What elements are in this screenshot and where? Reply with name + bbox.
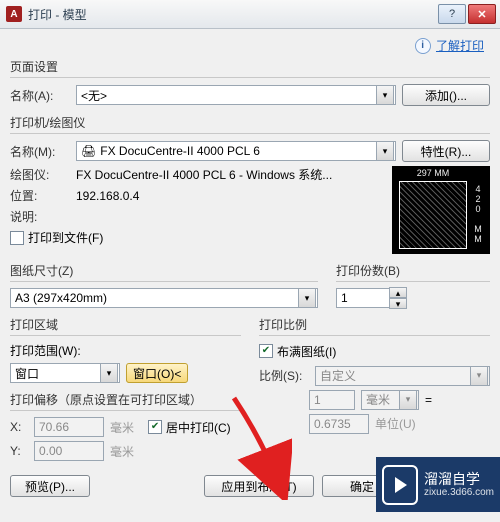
promo-brand: 溜溜自学 (424, 471, 494, 487)
group-printer: 打印机/绘图仪 名称(M): 🖨 FX DocuCentre-II 4000 P… (10, 114, 490, 254)
spin-down-icon[interactable]: ▾ (389, 298, 407, 309)
paper-preview: 297 MM 420 MM (392, 166, 490, 254)
chevron-down-icon: ▾ (470, 366, 488, 386)
scale-unit1-value: 毫米 (366, 391, 399, 408)
offset-y-unit: 毫米 (110, 443, 134, 460)
plotter-label: 绘图仪: (10, 166, 70, 183)
scale-num-value: 1 (314, 393, 321, 407)
pagesetup-name-combo[interactable]: <无> ▾ (76, 85, 396, 105)
legend-page-setup: 页面设置 (10, 58, 490, 75)
help-button[interactable]: ? (438, 4, 466, 24)
offset-x-unit: 毫米 (110, 419, 134, 436)
group-offset: 打印偏移（原点设置在可打印区域） X: 70.66 毫米 ✔ 居中打印(C) Y… (10, 391, 241, 461)
promo-domain: zixue.3d66.com (424, 487, 494, 498)
pagesetup-name-label: 名称(A): (10, 87, 70, 104)
printer-name-label: 名称(M): (10, 143, 70, 160)
scale-den-value: 0.6735 (314, 417, 351, 431)
group-scale: 打印比例 ✔ 布满图纸(I) 比例(S): 自定义 ▾ 1 (259, 316, 490, 434)
title-bar: A 打印 - 模型 ? ✕ (0, 0, 500, 29)
printer-name-combo[interactable]: 🖨 FX DocuCentre-II 4000 PCL 6 ▾ (76, 141, 396, 161)
plot-range-combo[interactable]: 窗口 ▾ (10, 363, 120, 383)
legend-printer: 打印机/绘图仪 (10, 114, 490, 131)
chevron-down-icon: ▾ (399, 390, 417, 410)
scale-eq-label: = (425, 393, 432, 407)
app-icon: A (6, 6, 22, 22)
offset-x-input: 70.66 (34, 417, 104, 437)
group-paper-size: 图纸尺寸(Z) A3 (297x420mm) ▾ (10, 262, 318, 308)
plot-range-label: 打印范围(W): (10, 342, 241, 359)
pick-window-button[interactable]: 窗口(O)< (126, 363, 188, 383)
pagesetup-name-value: <无> (81, 87, 376, 104)
checkbox-box-icon (10, 231, 24, 245)
scale-unit2-label: 单位(U) (375, 415, 416, 432)
center-plot-checkbox[interactable]: ✔ 居中打印(C) (148, 419, 231, 436)
legend-offset: 打印偏移（原点设置在可打印区域） (10, 391, 241, 408)
group-page-setup: 页面设置 名称(A): <无> ▾ 添加()... (10, 58, 490, 106)
paper-size-value: A3 (297x420mm) (15, 291, 298, 305)
preview-button[interactable]: 预览(P)... (10, 475, 90, 497)
scale-ratio-label: 比例(S): (259, 367, 309, 384)
play-icon (382, 465, 418, 505)
chevron-down-icon[interactable]: ▾ (100, 363, 118, 383)
add-pagesetup-button[interactable]: 添加()... (402, 84, 490, 106)
offset-y-label: Y: (10, 444, 28, 458)
scale-num-input: 1 (309, 390, 355, 410)
location-value: 192.168.0.4 (76, 189, 139, 203)
learn-print-link[interactable]: 了解打印 (436, 39, 484, 53)
chevron-down-icon[interactable]: ▾ (376, 141, 394, 161)
checkbox-box-icon: ✔ (259, 344, 273, 358)
scale-ratio-value: 自定义 (320, 367, 470, 384)
printer-properties-button[interactable]: 特性(R)... (402, 140, 490, 162)
group-plot-area: 打印区域 打印范围(W): 窗口 ▾ 窗口(O)< (10, 316, 241, 383)
scale-unit1-combo: 毫米 ▾ (361, 390, 419, 410)
fit-to-paper-label: 布满图纸(I) (277, 343, 336, 360)
offset-y-input: 0.00 (34, 441, 104, 461)
preview-width-label: 297 MM (399, 168, 467, 178)
info-icon: i (415, 38, 431, 54)
spin-up-icon[interactable]: ▴ (389, 287, 407, 298)
legend-paper: 图纸尺寸(Z) (10, 262, 318, 279)
fit-to-paper-checkbox[interactable]: ✔ 布满图纸(I) (259, 343, 336, 360)
legend-plot-area: 打印区域 (10, 316, 241, 333)
preview-page-icon (399, 181, 467, 249)
preview-height-label: 420 MM (473, 184, 483, 244)
offset-x-value: 70.66 (39, 420, 69, 434)
description-label: 说明: (10, 208, 70, 225)
copies-value: 1 (341, 291, 389, 305)
close-button[interactable]: ✕ (468, 4, 496, 24)
legend-copies: 打印份数(B) (336, 262, 490, 279)
center-plot-label: 居中打印(C) (166, 419, 231, 436)
group-copies: 打印份数(B) 1 ▴ ▾ (336, 262, 490, 308)
checkbox-box-icon: ✔ (148, 420, 162, 434)
plot-range-value: 窗口 (15, 365, 100, 382)
printer-icon: 🖨 (81, 144, 96, 158)
legend-scale: 打印比例 (259, 316, 490, 333)
window-title: 打印 - 模型 (28, 6, 438, 23)
chevron-down-icon[interactable]: ▾ (298, 288, 316, 308)
scale-den-input: 0.6735 (309, 414, 369, 434)
print-to-file-checkbox[interactable]: 打印到文件(F) (10, 229, 103, 246)
location-label: 位置: (10, 187, 70, 204)
chevron-down-icon[interactable]: ▾ (376, 85, 394, 105)
learn-print-area: i 了解打印 (10, 35, 490, 58)
paper-size-combo[interactable]: A3 (297x420mm) ▾ (10, 288, 318, 308)
apply-layout-button[interactable]: 应用到布局(T) (204, 475, 314, 497)
copies-spinner[interactable]: 1 ▴ ▾ (336, 288, 406, 308)
offset-x-label: X: (10, 420, 28, 434)
offset-y-value: 0.00 (39, 444, 62, 458)
dialog-client: i 了解打印 页面设置 名称(A): <无> ▾ 添加()... 打印机/绘图仪… (0, 29, 500, 507)
scale-ratio-combo: 自定义 ▾ (315, 366, 490, 386)
print-to-file-label: 打印到文件(F) (28, 229, 103, 246)
plotter-value: FX DocuCentre-II 4000 PCL 6 - Windows 系统… (76, 166, 382, 183)
promo-overlay: 溜溜自学 zixue.3d66.com (376, 457, 500, 512)
printer-name-value: FX DocuCentre-II 4000 PCL 6 (100, 144, 376, 158)
